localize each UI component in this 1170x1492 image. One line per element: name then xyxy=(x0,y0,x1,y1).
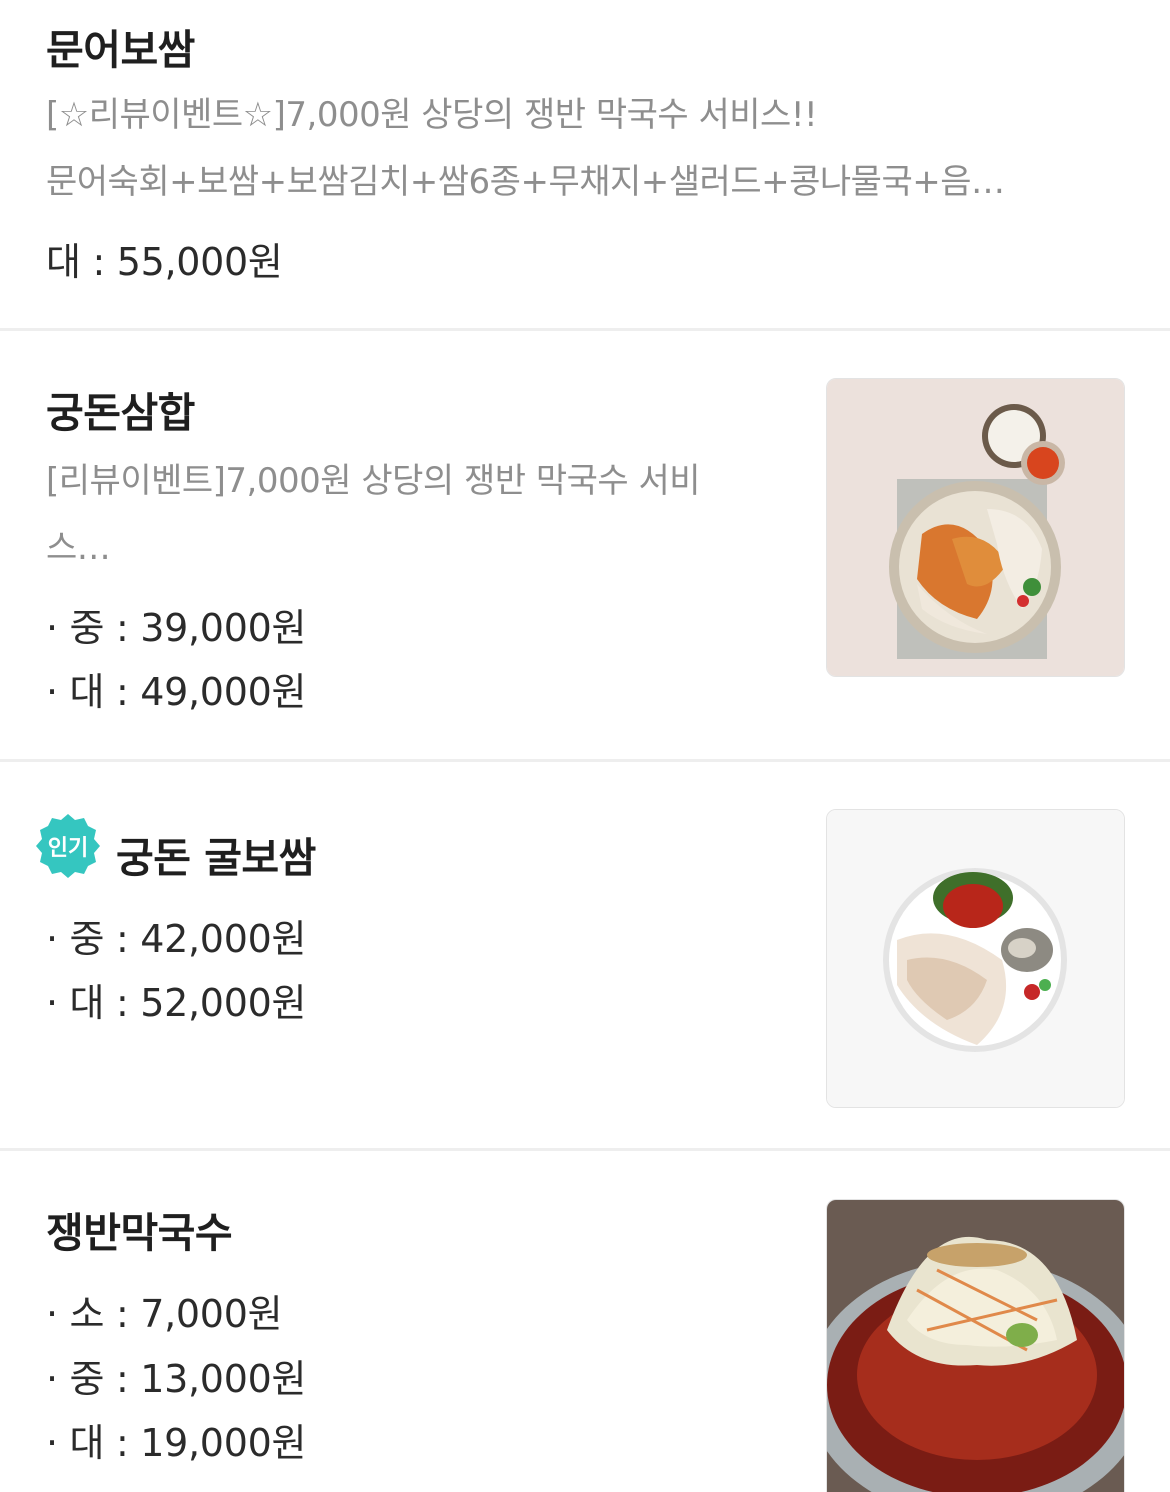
menu-item-name: 쟁반막국수 xyxy=(46,1209,233,1257)
oyster-bossam-image xyxy=(827,810,1124,1107)
menu-list: 문어보쌈 [☆리뷰이벤트☆]7,000원 상당의 쟁반 막국수 서비스!! 문어… xyxy=(0,0,1170,1492)
price-option: 대 : 55,000원 xyxy=(46,240,283,284)
price-option: · 소 : 7,000원 xyxy=(46,1292,283,1336)
popular-badge: 인기 xyxy=(34,812,102,880)
menu-item-name: 궁돈 굴보쌈 xyxy=(116,834,316,882)
menu-item-name: 궁돈삼합 xyxy=(46,389,195,437)
description-line: 스… xyxy=(46,528,111,568)
tray-makguksu-photo-icon[interactable] xyxy=(826,1199,1125,1492)
menu-item-description: [☆리뷰이벤트☆]7,000원 상당의 쟁반 막국수 서비스!! 문어숙회+보쌈… xyxy=(46,82,1005,216)
price-option: · 중 : 39,000원 xyxy=(46,606,307,650)
price-option: · 중 : 13,000원 xyxy=(46,1357,307,1401)
menu-item-tray-makguksu[interactable]: 쟁반막국수 · 소 : 7,000원 · 중 : 13,000원 · 대 : 1… xyxy=(0,1151,1170,1492)
bossam-platter-photo-icon[interactable] xyxy=(826,378,1125,677)
price-option: · 중 : 42,000원 xyxy=(46,917,307,961)
description-line: [☆리뷰이벤트☆]7,000원 상당의 쟁반 막국수 서비스!! xyxy=(46,95,818,135)
price-option: · 대 : 52,000원 xyxy=(46,981,307,1025)
menu-item-samhap[interactable]: 궁돈삼합 [리뷰이벤트]7,000원 상당의 쟁반 막국수 서비 스… · 중 … xyxy=(0,331,1170,762)
menu-item-octopus-bossam[interactable]: 문어보쌈 [☆리뷰이벤트☆]7,000원 상당의 쟁반 막국수 서비스!! 문어… xyxy=(0,0,1170,331)
menu-item-oyster-bossam[interactable]: 인기 궁돈 굴보쌈 · 중 : 42,000원 · 대 : 52,000원 xyxy=(0,762,1170,1151)
tray-makguksu-image xyxy=(827,1200,1124,1492)
oyster-bossam-photo-icon[interactable] xyxy=(826,809,1125,1108)
menu-item-description: [리뷰이벤트]7,000원 상당의 쟁반 막국수 서비 스… xyxy=(46,448,701,582)
menu-item-name: 문어보쌈 xyxy=(46,26,195,74)
description-line: [리뷰이벤트]7,000원 상당의 쟁반 막국수 서비 xyxy=(46,461,701,501)
bossam-platter-image xyxy=(827,379,1124,676)
price-option: · 대 : 19,000원 xyxy=(46,1421,307,1465)
badge-label: 인기 xyxy=(47,836,89,861)
description-line: 문어숙회+보쌈+보쌈김치+쌈6종+무채지+샐러드+콩나물국+음… xyxy=(46,162,1005,202)
price-option: · 대 : 49,000원 xyxy=(46,670,307,714)
